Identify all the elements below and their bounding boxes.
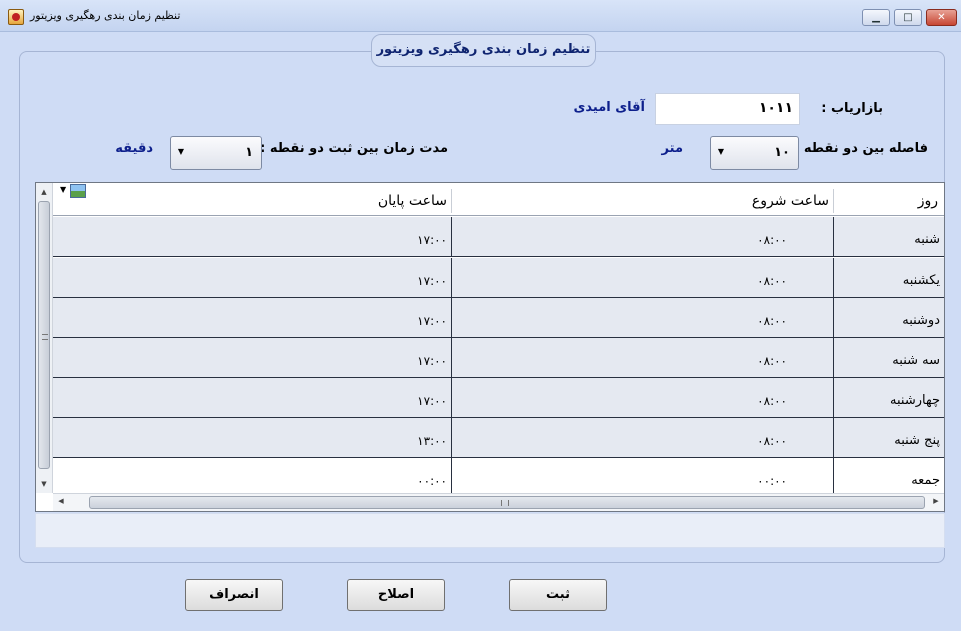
grid-header: ▼ روز ساعت شروع ساعت پایان: [53, 183, 944, 216]
window-title: تنظیم زمان بندی رهگیری ویزیتور: [30, 9, 181, 22]
scroll-right-icon[interactable]: ▶: [931, 497, 941, 505]
edit-button[interactable]: اصلاح: [347, 579, 445, 611]
maximize-button[interactable]: □: [894, 9, 922, 26]
horizontal-scroll-thumb[interactable]: [89, 496, 925, 509]
table-row[interactable]: شنبه ۰۸:۰۰ ۱۷:۰۰: [53, 217, 944, 257]
column-chooser[interactable]: ▼: [53, 183, 89, 200]
app-icon[interactable]: [8, 9, 24, 25]
picture-icon[interactable]: [70, 184, 86, 198]
horizontal-scrollbar[interactable]: ◀ ▶: [53, 493, 944, 511]
duration-unit: دقیقه: [115, 141, 153, 156]
day-cell[interactable]: شنبه: [914, 217, 940, 263]
distance-label: فاصله بین دو نقطه :: [794, 141, 928, 156]
close-button[interactable]: ✕: [926, 9, 957, 26]
marketer-name: آقای امیدی: [573, 100, 645, 115]
column-header-day[interactable]: روز: [918, 183, 938, 215]
grid-footer-strip: [35, 513, 945, 548]
duration-label: مدت زمان بین ثبت دو نقطه :: [260, 141, 448, 156]
column-header-end[interactable]: ساعت پایان: [378, 183, 447, 215]
table-row[interactable]: جمعه ۰۰:۰۰ ۰۰:۰۰: [53, 458, 944, 493]
distance-select[interactable]: ۱۰ ▼: [710, 136, 799, 170]
end-time-cell[interactable]: ۱۷:۰۰: [417, 217, 447, 263]
save-button[interactable]: ثبت: [509, 579, 607, 611]
chevron-down-icon[interactable]: ▼: [60, 185, 66, 194]
start-time-cell[interactable]: ۰۸:۰۰: [757, 217, 787, 263]
column-header-start[interactable]: ساعت شروع: [752, 183, 829, 215]
vertical-scrollbar[interactable]: ▲ ▼: [36, 183, 53, 493]
groupbox-title: تنظیم زمان بندی رهگیری ویزیتور: [371, 34, 596, 67]
duration-select[interactable]: ۱ ▼: [170, 136, 262, 170]
marketer-label: بازاریاب :: [821, 101, 883, 116]
chevron-down-icon: ▼: [717, 147, 725, 156]
scroll-up-icon[interactable]: ▲: [39, 187, 49, 197]
table-row[interactable]: یکشنبه ۰۸:۰۰ ۱۷:۰۰: [53, 258, 944, 298]
table-row[interactable]: سه شنبه ۰۸:۰۰ ۱۷:۰۰: [53, 338, 944, 378]
cancel-button[interactable]: انصراف: [185, 579, 283, 611]
chevron-down-icon: ▼: [177, 147, 185, 156]
scroll-left-icon[interactable]: ◀: [56, 497, 66, 505]
table-row[interactable]: چهارشنبه ۰۸:۰۰ ۱۷:۰۰: [53, 378, 944, 418]
distance-unit: متر: [661, 141, 683, 156]
duration-value: ۱: [245, 145, 253, 160]
schedule-grid[interactable]: ▲ ▼ ▼ روز ساعت شروع ساعت پایان شنبه ۰۸:۰…: [35, 182, 945, 512]
title-bar: تنظیم زمان بندی رهگیری ویزیتور ▁ □ ✕: [0, 0, 961, 32]
table-row[interactable]: پنج شنبه ۰۸:۰۰ ۱۳:۰۰: [53, 418, 944, 458]
minimize-button[interactable]: ▁: [862, 9, 890, 26]
marketer-code-field[interactable]: ۱۰۱۱: [655, 93, 800, 125]
distance-value: ۱۰: [774, 145, 790, 160]
scroll-down-icon[interactable]: ▼: [39, 479, 49, 489]
table-row[interactable]: دوشنبه ۰۸:۰۰ ۱۷:۰۰: [53, 298, 944, 338]
vertical-scroll-thumb[interactable]: [38, 201, 50, 469]
